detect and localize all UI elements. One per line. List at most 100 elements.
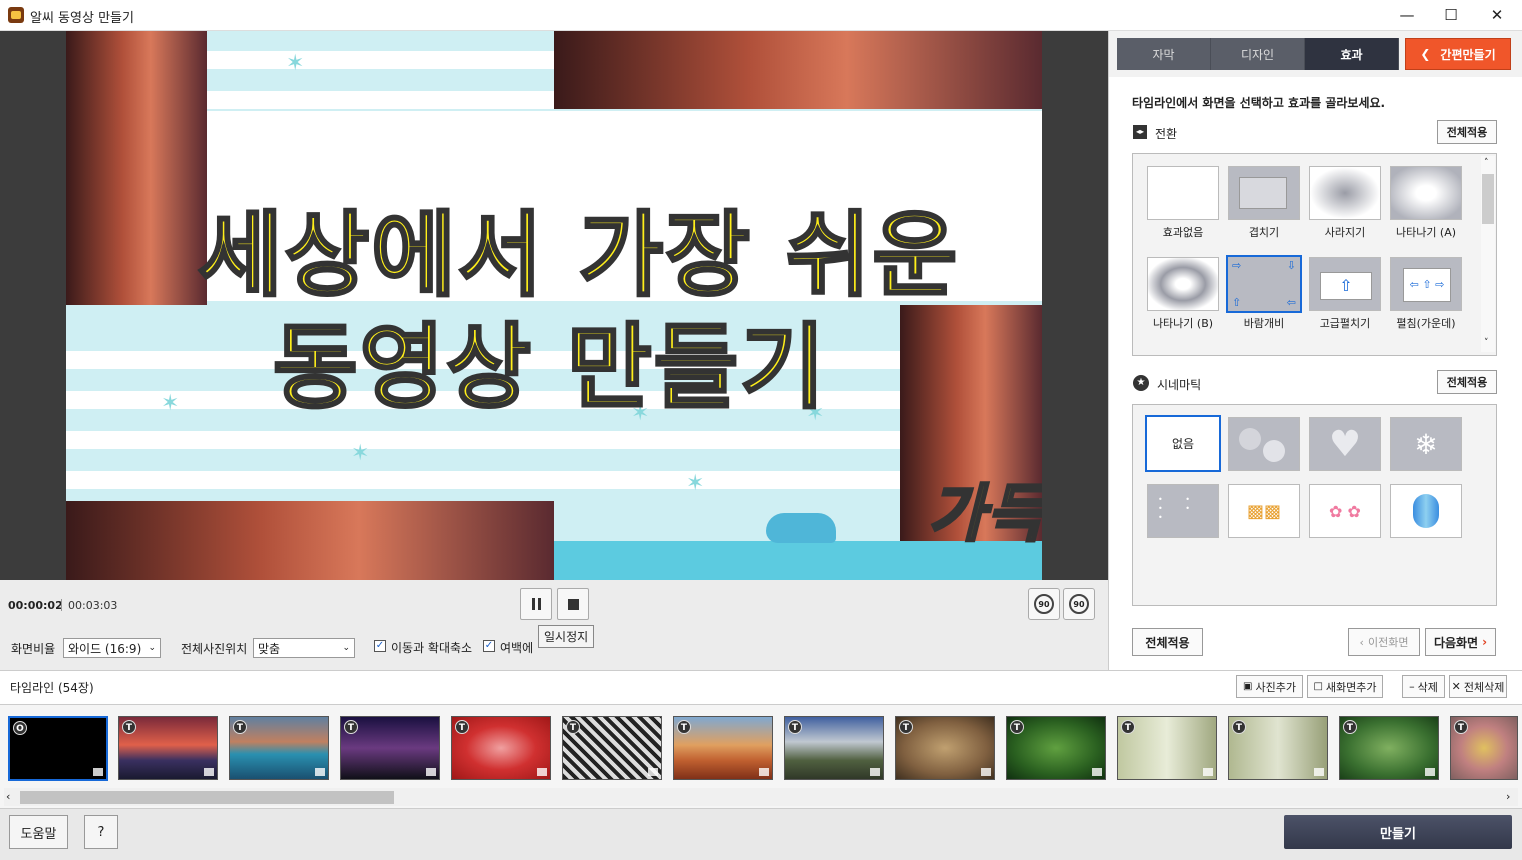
position-select[interactable]: 맞춤 ⌄ — [253, 638, 355, 658]
delete-button[interactable]: – 삭제 — [1402, 675, 1445, 698]
hearts-icon: ♥ — [1328, 423, 1362, 465]
thumb-badge: T — [122, 720, 136, 734]
chevron-left-icon: ❮ — [1420, 47, 1431, 61]
next-screen-button[interactable]: 다음화면 › — [1425, 628, 1496, 656]
cinematic-bokeh[interactable] — [1228, 417, 1300, 471]
transition-none[interactable] — [1147, 166, 1219, 220]
timeline-title: 타임라인 (54장) — [10, 681, 94, 695]
cinematic-balloons[interactable] — [1390, 484, 1462, 538]
timeline-thumb[interactable]: T — [451, 716, 551, 780]
stop-button[interactable] — [557, 588, 589, 620]
position-label: 전체사진위치 — [181, 642, 248, 656]
thumb-badge: T — [1343, 720, 1357, 734]
help-button[interactable]: 도움말 — [9, 815, 68, 849]
unfold-icon: ⇧ — [1320, 272, 1372, 300]
timeline-thumb[interactable]: T — [784, 716, 884, 780]
timeline-thumb[interactable]: T — [229, 716, 329, 780]
cinematic-none[interactable]: 없음 — [1145, 415, 1221, 472]
cinematic-apply-all-button[interactable]: 전체적용 — [1437, 370, 1497, 394]
cinematic-gifts[interactable]: ▩▩ — [1228, 484, 1300, 538]
transition-unfold[interactable]: ⇧ — [1309, 257, 1381, 311]
prev-screen-button[interactable]: ‹ 이전화면 — [1348, 628, 1420, 656]
overlap-icon — [1239, 177, 1287, 209]
timeline-thumb[interactable]: T — [340, 716, 440, 780]
pinwheel-icon: ⇨ — [1232, 259, 1242, 272]
easy-make-label: 간편만들기 — [1440, 47, 1496, 62]
timeline-thumb[interactable]: T — [895, 716, 995, 780]
close-button[interactable]: ✕ — [1474, 0, 1520, 30]
easy-make-button[interactable]: ❮ 간편만들기 — [1405, 38, 1511, 70]
rotate-right-button[interactable]: 90 — [1063, 588, 1095, 620]
video-preview: ✶ ✶ ✶ ✶ ✶ ✶ 세상에서 가장 쉬운 동영상 만들기 가득 — [0, 31, 1108, 580]
rotate-right-label: 90 — [1073, 599, 1085, 609]
timeline-thumb[interactable]: T — [1339, 716, 1439, 780]
whale-icon — [766, 513, 836, 543]
tab-subtitle[interactable]: 자막 — [1117, 38, 1211, 70]
thumb-badge: O — [13, 721, 27, 735]
pause-button[interactable] — [520, 588, 552, 620]
cinematic-snow[interactable]: ❄ — [1390, 417, 1462, 471]
transition-scrollbar[interactable]: ˄ ˅ — [1481, 156, 1495, 352]
rotate-left-button[interactable]: 90 — [1028, 588, 1060, 620]
timeline-thumb[interactable]: T — [1006, 716, 1106, 780]
motion-checkbox[interactable]: ✓ — [374, 640, 386, 652]
aspect-select[interactable]: 와이드 (16:9) ⌄ — [63, 638, 161, 658]
transition-label: 나타나기 (A) — [1395, 226, 1457, 239]
tab-design[interactable]: 디자인 — [1211, 38, 1305, 70]
next-screen-label: 다음화면 — [1433, 635, 1479, 650]
close-icon: ✕ — [1451, 680, 1461, 693]
transition-apply-all-button[interactable]: 전체적용 — [1437, 120, 1497, 144]
delete-all-label: 전체삭제 — [1463, 680, 1505, 694]
unfold-center-icon: ⇦ ⇧ ⇨ — [1403, 268, 1451, 302]
add-photo-icon: ▣ — [1243, 681, 1253, 692]
cinematic-flowers[interactable]: ✿ ✿ — [1309, 484, 1381, 538]
transition-fade-in-b[interactable] — [1147, 257, 1219, 311]
timeline-thumb[interactable]: T — [1228, 716, 1328, 780]
question-button[interactable]: ? — [84, 815, 118, 849]
thumb-badge: T — [1121, 720, 1135, 734]
transition-mark-icon — [426, 768, 436, 776]
transition-mark-icon — [1425, 768, 1435, 776]
preview-title-line2: 동영상 만들기 — [272, 313, 827, 423]
timeline-thumb[interactable]: T — [673, 716, 773, 780]
scroll-right-icon[interactable]: › — [1506, 790, 1510, 803]
transition-unfold-center[interactable]: ⇦ ⇧ ⇨ — [1390, 257, 1462, 311]
transition-mark-icon — [537, 768, 547, 776]
thumb-badge: T — [455, 720, 469, 734]
flowers-icon: ✿ ✿ — [1329, 501, 1361, 521]
stop-icon — [567, 598, 579, 610]
margin-label: 여백에 사진 — [500, 641, 536, 655]
timeline-thumb[interactable]: T — [1117, 716, 1217, 780]
cinematic-hearts[interactable]: ♥ — [1309, 417, 1381, 471]
transition-mark-icon — [1314, 768, 1324, 776]
tab-effects[interactable]: 효과 — [1305, 38, 1399, 70]
delete-all-button[interactable]: ✕ 전체삭제 — [1449, 675, 1507, 698]
transition-fade-in-a[interactable] — [1390, 166, 1462, 220]
scroll-left-icon[interactable]: ‹ — [6, 790, 10, 803]
transition-fade-out[interactable] — [1309, 166, 1381, 220]
timeline-thumb[interactable]: T — [562, 716, 662, 780]
timeline-scroll-thumb[interactable] — [20, 791, 394, 804]
cinematic-title: 시네마틱 — [1157, 378, 1202, 392]
timeline-thumb[interactable]: T — [118, 716, 218, 780]
add-new-screen-button[interactable]: □ 새화면추가 — [1307, 675, 1383, 698]
thumb-badge: T — [1010, 720, 1024, 734]
transition-mark-icon — [870, 768, 880, 776]
timeline-thumb[interactable]: T — [1450, 716, 1518, 780]
transition-title: 전환 — [1155, 127, 1178, 141]
maximize-button[interactable]: ☐ — [1428, 0, 1474, 30]
apply-all-button[interactable]: 전체적용 — [1132, 628, 1203, 656]
margin-checkbox[interactable]: ✓ — [483, 640, 495, 652]
transition-overlap[interactable] — [1228, 166, 1300, 220]
minimize-button[interactable]: — — [1384, 0, 1430, 30]
timeline-thumb[interactable]: O — [8, 716, 108, 781]
make-video-button[interactable]: 만들기 — [1284, 815, 1512, 849]
aspect-value: 와이드 (16:9) — [68, 641, 142, 656]
scroll-down-icon: ˅ — [1484, 338, 1489, 348]
cinematic-dots[interactable]: • • • • • — [1147, 484, 1219, 538]
add-photo-label: 사진추가 — [1255, 680, 1296, 694]
window-title: 알씨 동영상 만들기 — [30, 11, 134, 26]
chevron-right-icon: › — [1482, 635, 1488, 649]
transition-pinwheel[interactable]: ⇨ ⇩ ⇧ ⇦ — [1226, 255, 1302, 313]
add-photo-button[interactable]: ▣ 사진추가 — [1236, 675, 1303, 698]
